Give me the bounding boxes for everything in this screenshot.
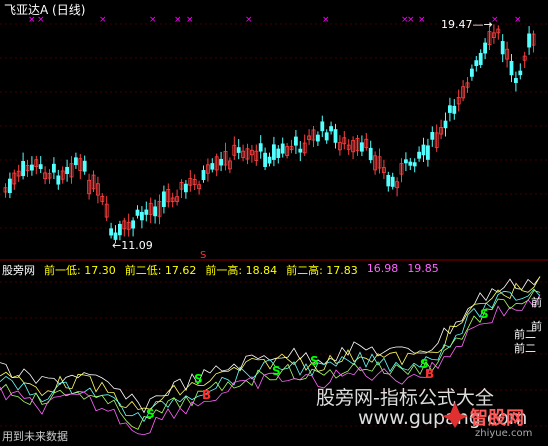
candle-body — [52, 163, 56, 173]
high-price-label: 19.47—→ — [441, 18, 493, 31]
candle-body — [329, 126, 334, 132]
indicator-field-2: 前二低: 17.62 — [124, 264, 197, 277]
candle-body — [263, 152, 268, 167]
marker-x: × — [418, 15, 426, 25]
candle-body — [443, 120, 448, 129]
indicator-header: 股旁网 前一低: 17.30 前二低: 17.62 前一高: 18.84 前二高… — [0, 262, 448, 278]
candle-body — [408, 161, 413, 166]
high-price-value: 19.47 — [441, 18, 473, 31]
candle-body — [527, 33, 531, 48]
candle-body — [469, 68, 474, 77]
candle-body — [333, 129, 338, 143]
main-chart-title: 飞亚达A (日线) — [4, 3, 86, 17]
candle-body — [298, 148, 303, 153]
indicator-field-3: 前一高: 18.84 — [205, 264, 278, 277]
main-signal-mark: S — [200, 250, 206, 261]
candle-body — [390, 176, 395, 187]
candle-body — [21, 161, 26, 177]
low-price-label: ←11.09 — [112, 239, 153, 252]
signal-mark: S — [146, 407, 155, 421]
right-label-1: 前 — [531, 296, 542, 309]
candle-body — [403, 159, 408, 164]
candle-body — [276, 148, 281, 158]
signal-mark: S — [272, 364, 281, 378]
candle-body — [258, 143, 263, 152]
candle-body — [82, 160, 87, 172]
brand-logo-icon — [442, 402, 468, 428]
right-label-3: 前二 — [514, 342, 536, 355]
candle-body — [483, 42, 488, 54]
candle-body — [430, 132, 435, 140]
candle-body — [74, 157, 78, 166]
candle-body — [29, 164, 34, 171]
candle-body — [271, 144, 276, 160]
marker-x: × — [407, 15, 415, 25]
candle-body — [219, 158, 224, 166]
candle-body — [135, 209, 140, 216]
candle-body — [131, 220, 136, 229]
candle-body — [509, 60, 514, 76]
candle-body — [109, 228, 113, 236]
indicator-field-1: 前一低: 17.30 — [44, 264, 116, 277]
low-price-value: 11.09 — [121, 239, 153, 252]
candle-body — [447, 105, 452, 113]
candle-body — [412, 162, 417, 167]
candle-body — [118, 223, 122, 236]
marker-x: × — [514, 15, 522, 25]
candle-body — [324, 132, 329, 141]
candles: S — [3, 22, 536, 261]
marker-x: × — [99, 15, 107, 25]
marker-x: × — [322, 15, 330, 25]
signal-mark: S — [480, 307, 489, 321]
signal-mark: S — [310, 354, 319, 368]
candle-body — [7, 178, 12, 194]
candle-body — [320, 121, 325, 132]
candle-body — [421, 144, 426, 156]
candle-body — [417, 151, 422, 159]
candle-body — [65, 166, 69, 174]
footer-note: 用到未来数据 — [2, 430, 68, 443]
candle-body — [425, 145, 430, 160]
indicator-field-6: 19.85 — [407, 262, 439, 275]
candle-body — [500, 41, 505, 55]
marker-x: × — [186, 15, 194, 25]
candle-body — [210, 163, 215, 170]
signal-mark: B — [425, 367, 434, 381]
right-label-4: 前二 — [514, 328, 536, 341]
candle-body — [139, 211, 144, 221]
candle-body — [386, 174, 391, 187]
candle-body — [478, 52, 483, 65]
candle-body — [267, 156, 272, 164]
candle-body — [144, 209, 149, 215]
candle-body — [474, 60, 479, 67]
candle-body — [368, 147, 373, 161]
candle-body — [201, 170, 206, 180]
indicator-field-4: 前二高: 17.83 — [286, 264, 358, 277]
indicator-field-5: 16.98 — [366, 262, 399, 275]
watermark-brand: 智股网 — [470, 408, 524, 429]
candle-body — [236, 147, 241, 153]
candle-body — [514, 78, 518, 83]
candle-body — [452, 105, 457, 114]
signal-mark: S — [194, 372, 203, 386]
candle-body — [315, 134, 320, 142]
watermark-brand-url: zhiyue.com — [475, 428, 533, 439]
candle-body — [153, 206, 158, 217]
candle-body — [293, 136, 298, 146]
marker-x: × — [174, 15, 182, 25]
kline-chart[interactable]: × × × × × × × × ×× × × × S SSBSS SSB — [0, 0, 548, 446]
marker-x: × — [245, 15, 253, 25]
candle-body — [359, 142, 364, 152]
indicator-name: 股旁网 — [2, 264, 35, 277]
candle-body — [280, 143, 285, 154]
signal-mark: B — [202, 388, 211, 402]
marker-x: × — [149, 15, 157, 25]
candle-body — [183, 183, 188, 193]
candle-body — [56, 175, 61, 185]
candle-body — [38, 164, 43, 169]
candle-body — [518, 70, 523, 76]
candle-body — [161, 191, 166, 207]
